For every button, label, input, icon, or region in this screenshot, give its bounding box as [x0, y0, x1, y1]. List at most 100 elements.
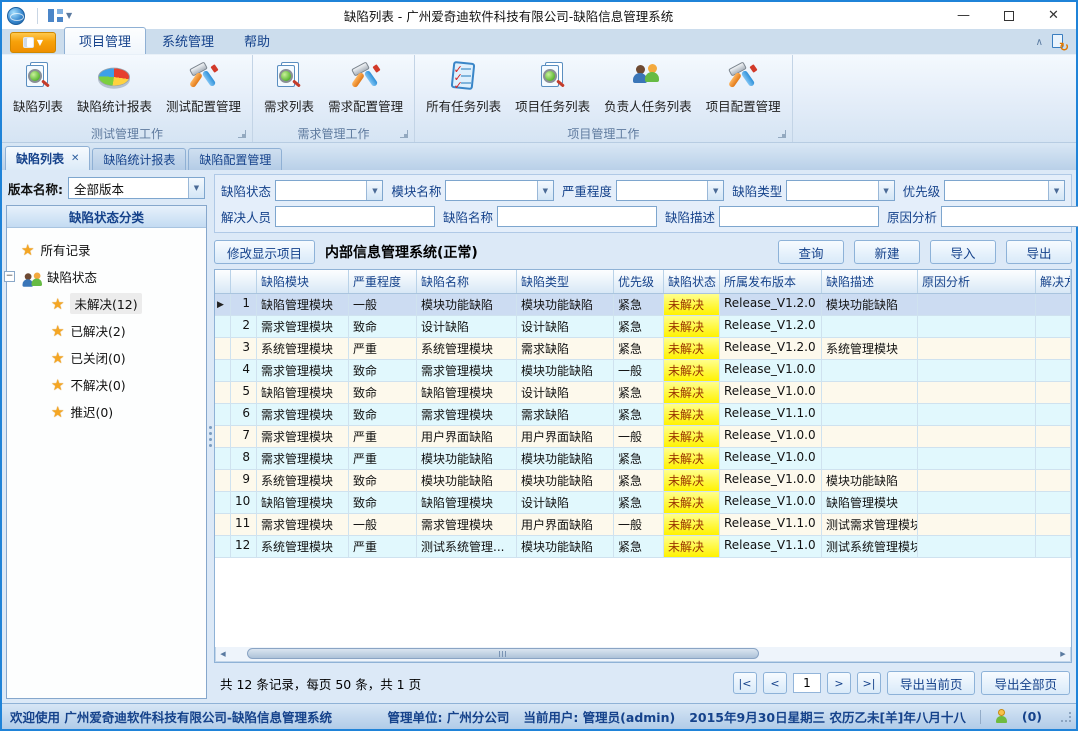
help-icon[interactable]: ↻: [1051, 34, 1068, 51]
column-header-status[interactable]: 缺陷状态: [664, 270, 720, 293]
dropdown-arrow-icon[interactable]: ▼: [1048, 181, 1064, 200]
quick-access-caret-icon[interactable]: ▼: [66, 11, 72, 20]
online-user-icon[interactable]: [995, 709, 1008, 724]
column-header-priority[interactable]: 优先级: [614, 270, 664, 293]
column-header-module[interactable]: 缺陷模块: [257, 270, 349, 293]
table-row[interactable]: 10缺陷管理模块致命缺陷管理模块设计缺陷紧急未解决Release_V1.0.0缺…: [215, 492, 1071, 514]
doc-tab-defect-report[interactable]: 缺陷统计报表: [92, 148, 186, 170]
table-row[interactable]: 5缺陷管理模块致命缺陷管理模块设计缺陷紧急未解决Release_V1.0.0: [215, 382, 1071, 404]
tree-item-postponed[interactable]: ★ 推迟(0): [21, 398, 202, 425]
owner-tasks-button[interactable]: 负责人任务列表: [597, 58, 699, 118]
sidebar-splitter[interactable]: [207, 170, 214, 703]
table-row[interactable]: 7需求管理模块严重用户界面缺陷用户界面缺陷一般未解决Release_V1.0.0: [215, 426, 1071, 448]
export-all-pages-button[interactable]: 导出全部页: [981, 671, 1070, 695]
table-row[interactable]: 6需求管理模块致命需求管理模块需求缺陷紧急未解决Release_V1.1.0: [215, 404, 1071, 426]
table-row[interactable]: 2需求管理模块致命设计缺陷设计缺陷紧急未解决Release_V1.2.0: [215, 316, 1071, 338]
column-header-name[interactable]: 缺陷名称: [417, 270, 517, 293]
tree-item-defect-status[interactable]: − 缺陷状态: [21, 263, 202, 290]
doc-tab-defect-list[interactable]: 缺陷列表 ✕: [5, 146, 90, 170]
table-row[interactable]: 8需求管理模块严重模块功能缺陷模块功能缺陷紧急未解决Release_V1.0.0: [215, 448, 1071, 470]
project-config-button[interactable]: 项目配置管理: [699, 58, 788, 118]
star-icon: ★: [51, 376, 64, 394]
cell-severity: 致命: [349, 492, 417, 513]
scrollbar-thumb[interactable]: [247, 648, 759, 659]
record-summary: 共 12 条记录，每页 50 条，共 1 页: [220, 674, 421, 693]
maximize-button[interactable]: [986, 2, 1031, 29]
column-header-description[interactable]: 缺陷描述: [822, 270, 918, 293]
ribbon-tab-project[interactable]: 项目管理: [64, 27, 146, 54]
version-dropdown[interactable]: 全部版本 ▼: [68, 177, 205, 199]
first-page-button[interactable]: |<: [733, 672, 757, 694]
content-area: 缺陷状态 ▼ 模块名称 ▼ 严重程度 ▼ 缺陷类型 ▼: [214, 170, 1076, 703]
collapse-expander-icon[interactable]: −: [4, 271, 15, 282]
group-dialog-launcher-icon[interactable]: [400, 130, 408, 138]
module-name-dropdown[interactable]: ▼: [445, 180, 553, 201]
test-config-button[interactable]: 测试配置管理: [159, 58, 248, 118]
tree-item-unresolved[interactable]: ★ 未解决(12): [21, 290, 202, 317]
horizontal-scrollbar[interactable]: ◀ ▶: [215, 647, 1071, 662]
column-header-type[interactable]: 缺陷类型: [517, 270, 614, 293]
dropdown-arrow-icon[interactable]: ▼: [188, 178, 204, 198]
scroll-left-icon[interactable]: ◀: [216, 650, 230, 658]
close-button[interactable]: ✕: [1031, 2, 1076, 29]
doc-tab-defect-config[interactable]: 缺陷配置管理: [188, 148, 282, 170]
priority-dropdown[interactable]: ▼: [944, 180, 1065, 201]
prev-page-button[interactable]: <: [763, 672, 787, 694]
dropdown-arrow-icon[interactable]: ▼: [707, 181, 723, 200]
dropdown-arrow-icon[interactable]: ▼: [537, 181, 553, 200]
tree-item-all-records[interactable]: ★ 所有记录: [21, 236, 202, 263]
last-page-button[interactable]: >|: [857, 672, 881, 694]
ribbon-tab-system[interactable]: 系统管理: [148, 28, 228, 54]
all-tasks-button[interactable]: ✓✓✓ 所有任务列表: [419, 58, 508, 118]
severity-dropdown[interactable]: ▼: [616, 180, 724, 201]
tree-item-resolved[interactable]: ★ 已解决(2): [21, 317, 202, 344]
quick-access-grid-icon[interactable]: [48, 9, 63, 22]
cell-name: 模块功能缺陷: [417, 470, 517, 491]
column-header-cause[interactable]: 原因分析: [918, 270, 1036, 293]
requirement-list-button[interactable]: 需求列表: [257, 58, 321, 118]
defect-type-dropdown[interactable]: ▼: [786, 180, 894, 201]
ribbon-collapse-icon[interactable]: ∧: [1036, 37, 1043, 48]
table-row[interactable]: 11需求管理模块一般需求管理模块用户界面缺陷一般未解决Release_V1.1.…: [215, 514, 1071, 536]
modify-columns-button[interactable]: 修改显示项目: [214, 240, 315, 264]
group-dialog-launcher-icon[interactable]: [238, 130, 246, 138]
table-row[interactable]: 3系统管理模块严重系统管理模块需求缺陷紧急未解决Release_V1.2.0系统…: [215, 338, 1071, 360]
tab-close-icon[interactable]: ✕: [71, 153, 79, 164]
application-menu-button[interactable]: ▼: [10, 32, 56, 53]
cell-description: [822, 426, 918, 447]
defect-list-button[interactable]: 缺陷列表: [6, 58, 70, 118]
ribbon-tab-help[interactable]: 帮助: [230, 28, 284, 54]
column-header-release[interactable]: 所属发布版本: [720, 270, 822, 293]
next-page-button[interactable]: >: [827, 672, 851, 694]
defect-name-input[interactable]: [497, 206, 657, 227]
scroll-right-icon[interactable]: ▶: [1056, 650, 1070, 658]
tree-item-wontfix[interactable]: ★ 不解决(0): [21, 371, 202, 398]
page-number-input[interactable]: [793, 673, 821, 693]
project-tasks-button[interactable]: 项目任务列表: [508, 58, 597, 118]
defect-desc-input[interactable]: [719, 206, 879, 227]
table-row[interactable]: ▶1缺陷管理模块一般模块功能缺陷模块功能缺陷紧急未解决Release_V1.2.…: [215, 294, 1071, 316]
table-row[interactable]: 9系统管理模块致命模块功能缺陷模块功能缺陷紧急未解决Release_V1.0.0…: [215, 470, 1071, 492]
scrollbar-track[interactable]: [230, 647, 1056, 661]
table-row[interactable]: 12系统管理模块严重测试系统管理...模块功能缺陷紧急未解决Release_V1…: [215, 536, 1071, 558]
requirement-config-button[interactable]: 需求配置管理: [321, 58, 410, 118]
dropdown-arrow-icon[interactable]: ▼: [878, 181, 894, 200]
export-current-page-button[interactable]: 导出当前页: [887, 671, 976, 695]
search-button[interactable]: 查询: [778, 240, 844, 264]
table-row[interactable]: 4需求管理模块致命需求管理模块模块功能缺陷一般未解决Release_V1.0.0: [215, 360, 1071, 382]
new-button[interactable]: 新建: [854, 240, 920, 264]
minimize-button[interactable]: —: [941, 2, 986, 29]
column-header-solution[interactable]: 解决方法: [1036, 270, 1071, 293]
defect-status-dropdown[interactable]: ▼: [275, 180, 383, 201]
column-header-severity[interactable]: 严重程度: [349, 270, 417, 293]
resize-grip[interactable]: [1060, 711, 1072, 723]
defect-report-button[interactable]: 缺陷统计报表: [70, 58, 159, 118]
dropdown-arrow-icon[interactable]: ▼: [366, 181, 382, 200]
import-button[interactable]: 导入: [930, 240, 996, 264]
cell-priority: 紧急: [614, 316, 664, 337]
group-dialog-launcher-icon[interactable]: [778, 130, 786, 138]
cause-input[interactable]: [941, 206, 1078, 227]
tree-item-closed[interactable]: ★ 已关闭(0): [21, 344, 202, 371]
resolver-input[interactable]: [275, 206, 435, 227]
export-button[interactable]: 导出: [1006, 240, 1072, 264]
